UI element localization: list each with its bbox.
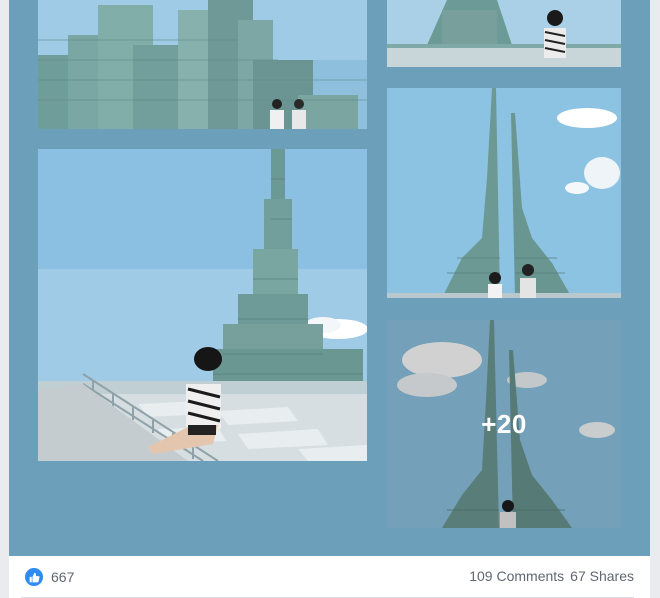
photo-4[interactable] (387, 88, 621, 298)
post-footer: 667 109 Comments 67 Shares (9, 556, 650, 598)
reaction-count: 667 (51, 569, 75, 585)
photo-5-more[interactable]: +20 (387, 320, 621, 528)
more-photos-overlay[interactable]: +20 (387, 320, 621, 528)
reactions-summary[interactable]: 667 (25, 568, 74, 586)
shares-count-link[interactable]: 67 Shares (570, 568, 634, 584)
photo-2[interactable] (387, 0, 621, 67)
thumbs-up-icon (25, 568, 43, 586)
photo-gallery: +20 (9, 0, 650, 556)
comments-count-link[interactable]: 109 Comments (469, 568, 564, 584)
photo-1[interactable] (38, 0, 367, 129)
photo-3[interactable] (38, 149, 367, 461)
post-card: +20 667 109 Comments 67 Shares (9, 0, 650, 598)
post-stats: 109 Comments 67 Shares (469, 568, 634, 584)
